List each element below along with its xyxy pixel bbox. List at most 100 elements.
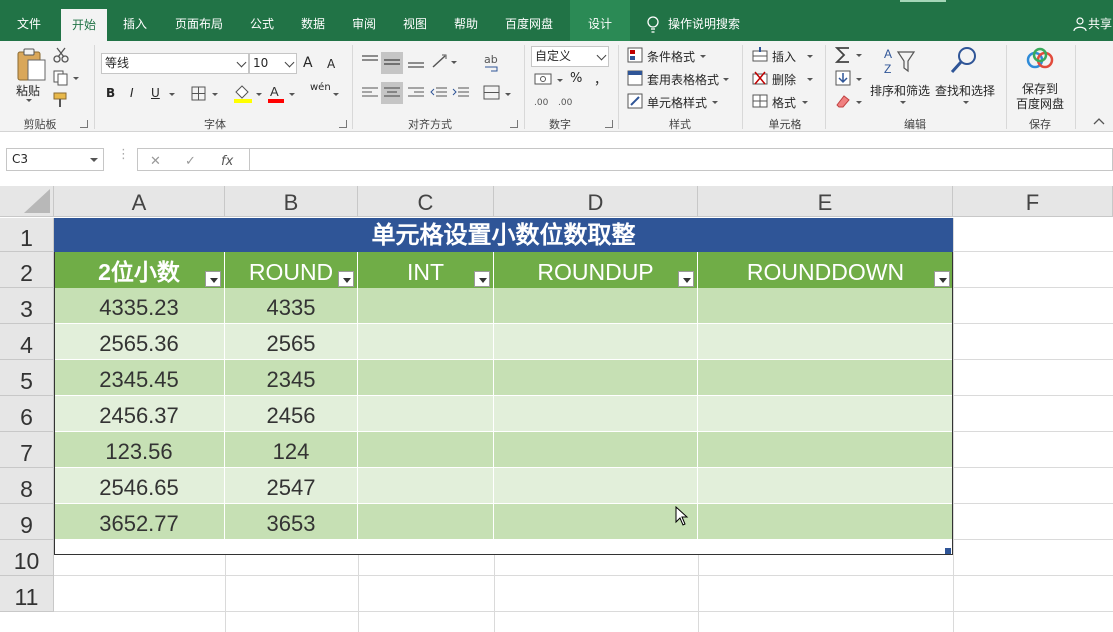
- filter-dropdown-button[interactable]: [338, 271, 354, 287]
- row-header-3[interactable]: 3: [0, 288, 54, 324]
- find-select-dropdown[interactable]: [963, 101, 969, 104]
- cell-b4[interactable]: 2565: [225, 324, 358, 360]
- cell-e9[interactable]: [698, 504, 953, 540]
- cell-c9[interactable]: [358, 504, 494, 540]
- align-center-icon[interactable]: [381, 82, 403, 104]
- cell-b8[interactable]: 2547: [225, 468, 358, 504]
- increase-indent-icon[interactable]: [452, 85, 470, 101]
- tab-design[interactable]: 设计: [570, 0, 630, 41]
- align-bottom-icon[interactable]: [406, 53, 426, 69]
- align-right-icon[interactable]: [406, 85, 426, 101]
- row-header-11[interactable]: 11: [0, 576, 54, 612]
- row-header-8[interactable]: 8: [0, 468, 54, 504]
- format-cells-icon[interactable]: [752, 93, 768, 109]
- cancel-entry-button[interactable]: ✕: [150, 154, 161, 169]
- paste-icon[interactable]: [15, 46, 47, 82]
- cut-icon[interactable]: [53, 47, 69, 63]
- percent-button[interactable]: %: [570, 71, 582, 86]
- header-cell-int[interactable]: INT: [358, 252, 493, 288]
- tab-view[interactable]: 视图: [392, 0, 438, 41]
- sort-filter-label[interactable]: 排序和筛选: [870, 82, 930, 99]
- filter-dropdown-button[interactable]: [205, 271, 221, 287]
- conditional-format-button[interactable]: 条件格式: [647, 48, 695, 65]
- orientation-icon[interactable]: [430, 53, 450, 69]
- delete-cells-button[interactable]: 删除: [772, 71, 796, 88]
- cell-a9[interactable]: 3652.77: [54, 504, 225, 540]
- cell-styles-button[interactable]: 单元格样式: [647, 94, 707, 111]
- tell-me-search[interactable]: 操作说明搜索: [668, 0, 748, 41]
- column-header-c[interactable]: C: [358, 186, 494, 217]
- row-header-2[interactable]: 2: [0, 252, 54, 288]
- sort-filter-dropdown[interactable]: [900, 101, 906, 104]
- find-select-label[interactable]: 查找和选择: [935, 82, 995, 99]
- cell-a5[interactable]: 2345.45: [54, 360, 225, 396]
- insert-cells-dropdown[interactable]: [807, 55, 813, 58]
- cell-a4[interactable]: 2565.36: [54, 324, 225, 360]
- cell-a3[interactable]: 4335.23: [54, 288, 225, 324]
- format-cells-dropdown[interactable]: [802, 101, 808, 104]
- delete-cells-icon[interactable]: [752, 70, 768, 86]
- paste-dropdown[interactable]: [26, 99, 32, 102]
- autosum-dropdown[interactable]: [856, 54, 862, 57]
- format-as-table-button[interactable]: 套用表格格式: [647, 71, 719, 88]
- underline-dropdown[interactable]: [169, 93, 175, 96]
- delete-cells-dropdown[interactable]: [807, 78, 813, 81]
- cell-c7[interactable]: [358, 432, 494, 468]
- alignment-launcher[interactable]: [510, 120, 518, 128]
- tab-baidu-netdisk[interactable]: 百度网盘: [497, 0, 561, 41]
- cell-a6[interactable]: 2456.37: [54, 396, 225, 432]
- borders-icon[interactable]: [191, 86, 207, 102]
- cell-b7[interactable]: 124: [225, 432, 358, 468]
- row-header-4[interactable]: 4: [0, 324, 54, 360]
- clipboard-launcher[interactable]: [80, 120, 88, 128]
- accounting-dropdown[interactable]: [557, 79, 563, 82]
- paste-label[interactable]: 粘贴: [16, 82, 40, 99]
- tab-review[interactable]: 审阅: [341, 0, 387, 41]
- column-header-a[interactable]: A: [54, 186, 225, 217]
- cell-styles-icon[interactable]: [627, 93, 643, 109]
- tab-help[interactable]: 帮助: [443, 0, 489, 41]
- cell-b5[interactable]: 2345: [225, 360, 358, 396]
- conditional-format-dropdown[interactable]: [700, 55, 706, 58]
- fill-color-dropdown[interactable]: [256, 93, 262, 96]
- cell-d4[interactable]: [494, 324, 698, 360]
- number-launcher[interactable]: [605, 120, 613, 128]
- underline-button[interactable]: U: [151, 86, 160, 100]
- cell-d6[interactable]: [494, 396, 698, 432]
- cell-c6[interactable]: [358, 396, 494, 432]
- row-header-10[interactable]: 10: [0, 540, 54, 576]
- sort-filter-icon[interactable]: A Z: [882, 46, 916, 78]
- fill-color-icon[interactable]: [233, 83, 253, 103]
- align-left-icon[interactable]: [360, 85, 380, 101]
- cell-e4[interactable]: [698, 324, 953, 360]
- clear-icon[interactable]: [835, 93, 851, 109]
- format-as-table-dropdown[interactable]: [723, 78, 729, 81]
- filter-dropdown-button[interactable]: [474, 271, 490, 287]
- collapse-ribbon-icon[interactable]: [1093, 117, 1105, 127]
- tab-insert[interactable]: 插入: [112, 0, 158, 41]
- insert-cells-button[interactable]: 插入: [772, 48, 796, 65]
- baidu-cloud-icon[interactable]: [1025, 47, 1057, 73]
- align-top-icon[interactable]: [360, 53, 380, 69]
- grow-font-button[interactable]: A: [303, 55, 313, 71]
- insert-cells-icon[interactable]: [752, 47, 768, 63]
- align-middle-icon[interactable]: [381, 52, 403, 74]
- tab-home[interactable]: 开始: [61, 9, 107, 41]
- cell-a7[interactable]: 123.56: [54, 432, 225, 468]
- font-launcher[interactable]: [339, 120, 347, 128]
- merge-center-icon[interactable]: [483, 85, 501, 101]
- font-name-combo[interactable]: 等线: [101, 53, 249, 74]
- table-title-cell[interactable]: 单元格设置小数位数取整: [54, 218, 953, 252]
- merge-dropdown[interactable]: [505, 93, 511, 96]
- font-color-dropdown[interactable]: [289, 93, 295, 96]
- decrease-decimal-icon[interactable]: .00: [558, 93, 578, 109]
- row-header-6[interactable]: 6: [0, 396, 54, 432]
- cell-c3[interactable]: [358, 288, 494, 324]
- number-format-combo[interactable]: 自定义: [531, 46, 609, 67]
- tab-file[interactable]: 文件: [6, 0, 52, 41]
- cell-d9[interactable]: [494, 504, 698, 540]
- header-cell-decimals[interactable]: 2位小数: [54, 252, 224, 288]
- format-cells-button[interactable]: 格式: [772, 94, 796, 111]
- column-header-e[interactable]: E: [698, 186, 953, 217]
- cell-d7[interactable]: [494, 432, 698, 468]
